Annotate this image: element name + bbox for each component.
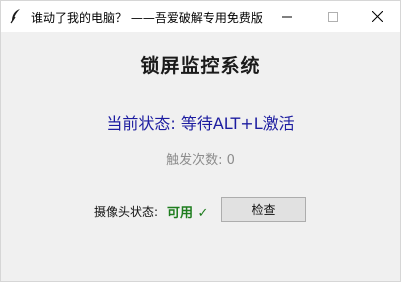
app-window: 谁动了我的电脑？ ——吾爱破解专用免费版 锁屏监控系统 当前状态: 等待ALT+… <box>0 0 401 282</box>
close-button[interactable] <box>354 1 400 32</box>
minimize-button[interactable] <box>264 1 310 32</box>
maximize-icon <box>328 7 338 26</box>
title-bar[interactable]: 谁动了我的电脑？ ——吾爱破解专用免费版 <box>1 1 400 32</box>
feather-icon <box>9 8 23 24</box>
camera-status-label: 摄像头状态: <box>94 205 159 219</box>
check-button[interactable]: 检查 <box>221 197 306 222</box>
camera-status-value: 可用 ✓ <box>167 206 209 221</box>
window-title: 谁动了我的电脑？ ——吾爱破解专用免费版 <box>31 11 263 25</box>
page-title: 锁屏监控系统 <box>140 55 261 77</box>
close-icon <box>371 7 383 26</box>
minimize-icon <box>282 7 292 26</box>
status-text: 当前状态: 等待ALT+L激活 <box>106 114 295 133</box>
trigger-count: 触发次数: 0 <box>166 153 235 168</box>
maximize-button[interactable] <box>310 1 356 32</box>
